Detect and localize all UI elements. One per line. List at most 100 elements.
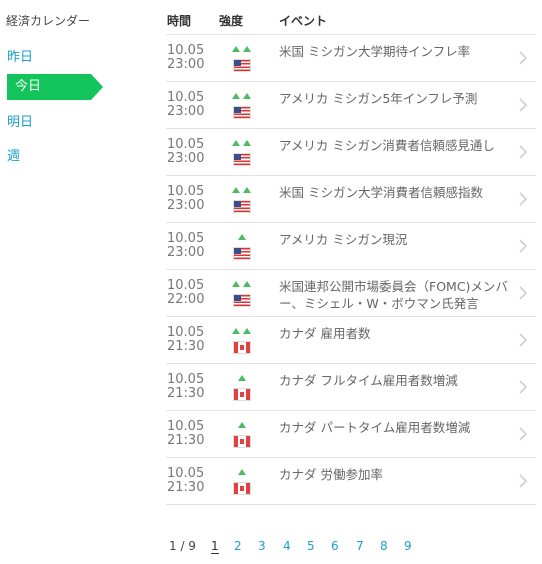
table-row[interactable]: 10.05 23:00 アメリカ ミシガン現況 — [166, 223, 536, 270]
ca-flag-icon — [234, 342, 250, 353]
strength-indicator — [232, 281, 254, 289]
column-header-event: イベント — [279, 14, 328, 28]
chevron-right-icon[interactable] — [516, 97, 530, 113]
page-link-8[interactable]: 8 — [380, 539, 388, 553]
chevron-right-icon[interactable] — [516, 379, 530, 395]
event-date: 10.05 — [167, 43, 205, 58]
column-header-strength: 強度 — [219, 14, 244, 28]
event-time: 10.05 21:30 — [167, 467, 204, 495]
event-list: 10.05 23:00 米国 ミシガン大学期待インフレ率 10.05 23:00 アメリカ… — [166, 34, 536, 505]
table-row[interactable]: 10.05 22:00 米国連邦公開市場委員会（FOMC)メンバー、ミシェル・W・ボ… — [166, 270, 536, 317]
chevron-right-icon[interactable] — [516, 285, 530, 301]
strength-up-arrow-icon — [238, 375, 246, 381]
chevron-right-icon[interactable] — [516, 473, 530, 489]
nav-item-yesterday[interactable]: 昨日 — [7, 46, 33, 65]
ca-flag-icon — [234, 436, 250, 447]
strength-up-arrow-icon — [232, 328, 240, 334]
ca-flag-icon — [234, 483, 250, 494]
event-date: 10.05 — [167, 184, 205, 199]
us-flag-icon — [234, 201, 250, 212]
table-row[interactable]: 10.05 21:30 カナダ パートタイム雇用者数増減 — [166, 411, 536, 458]
event-name: 米国 ミシガン大学消費者信頼感指数 — [279, 185, 483, 200]
event-time: 10.05 22:00 — [167, 279, 204, 307]
column-header-time: 時間 — [167, 14, 192, 28]
table-row[interactable]: 10.05 21:30 カナダ フルタイム雇用者数増減 — [166, 364, 536, 411]
page-info: 1 / 9 — [169, 539, 196, 553]
strength-indicator — [238, 469, 249, 477]
page-link-2[interactable]: 2 — [234, 539, 242, 553]
event-time: 10.05 21:30 — [167, 326, 204, 354]
us-flag-icon — [234, 248, 250, 259]
event-date: 10.05 — [167, 278, 205, 293]
strength-up-arrow-icon — [243, 140, 251, 146]
strength-up-arrow-icon — [232, 46, 240, 52]
strength-indicator — [232, 93, 254, 101]
event-time: 10.05 23:00 — [167, 91, 204, 119]
us-flag-icon — [234, 295, 250, 306]
strength-indicator — [238, 375, 249, 383]
strength-up-arrow-icon — [238, 422, 246, 428]
event-time: 10.05 23:00 — [167, 232, 204, 260]
chevron-right-icon[interactable] — [516, 144, 530, 160]
table-row[interactable]: 10.05 23:00 アメリカ ミシガン5年インフレ予測 — [166, 82, 536, 129]
strength-indicator — [232, 187, 254, 195]
page-link-5[interactable]: 5 — [307, 539, 315, 553]
event-date: 10.05 — [167, 372, 205, 387]
event-clock: 23:00 — [167, 198, 205, 213]
ca-flag-icon — [234, 389, 250, 400]
nav-item-week[interactable]: 週 — [7, 145, 20, 164]
event-date: 10.05 — [167, 231, 205, 246]
event-clock: 23:00 — [167, 104, 205, 119]
strength-indicator — [238, 234, 249, 242]
table-row[interactable]: 10.05 21:30 カナダ 労働参加率 — [166, 458, 536, 505]
event-clock: 21:30 — [167, 480, 205, 495]
table-row[interactable]: 10.05 21:30 カナダ 雇用者数 — [166, 317, 536, 364]
page-link-1[interactable]: 1 — [211, 539, 219, 554]
page-link-7[interactable]: 7 — [356, 539, 364, 553]
strength-up-arrow-icon — [232, 281, 240, 287]
us-flag-icon — [234, 60, 250, 71]
event-date: 10.05 — [167, 466, 205, 481]
event-name: 米国 ミシガン大学期待インフレ率 — [279, 44, 471, 59]
table-row[interactable]: 10.05 23:00 米国 ミシガン大学期待インフレ率 — [166, 34, 536, 82]
chevron-right-icon[interactable] — [516, 238, 530, 254]
event-clock: 21:30 — [167, 433, 205, 448]
strength-up-arrow-icon — [238, 234, 246, 240]
nav-item-tomorrow[interactable]: 明日 — [7, 111, 33, 130]
table-row[interactable]: 10.05 23:00 アメリカ ミシガン消費者信頼感見通し — [166, 129, 536, 176]
event-date: 10.05 — [167, 325, 205, 340]
event-time: 10.05 21:30 — [167, 420, 204, 448]
strength-indicator — [232, 140, 254, 148]
event-clock: 23:00 — [167, 245, 205, 260]
strength-indicator — [232, 46, 254, 54]
event-clock: 23:00 — [167, 151, 205, 166]
page-link-3[interactable]: 3 — [258, 539, 266, 553]
chevron-right-icon[interactable] — [516, 332, 530, 348]
event-clock: 21:30 — [167, 339, 205, 354]
us-flag-icon — [234, 154, 250, 165]
event-name: アメリカ ミシガン現況 — [279, 232, 408, 247]
event-name: アメリカ ミシガン5年インフレ予測 — [279, 91, 478, 106]
strength-up-arrow-icon — [232, 140, 240, 146]
event-clock: 23:00 — [167, 57, 205, 72]
event-name: 米国連邦公開市場委員会（FOMC)メンバー、ミシェル・W・ボウマン氏発言 — [279, 279, 508, 311]
event-clock: 22:00 — [167, 292, 205, 307]
strength-up-arrow-icon — [243, 187, 251, 193]
chevron-right-icon[interactable] — [516, 426, 530, 442]
event-name: カナダ 雇用者数 — [279, 326, 371, 341]
chevron-right-icon[interactable] — [516, 50, 530, 66]
page-link-9[interactable]: 9 — [404, 539, 412, 553]
page-link-6[interactable]: 6 — [331, 539, 339, 553]
event-time: 10.05 23:00 — [167, 185, 204, 213]
table-row[interactable]: 10.05 23:00 米国 ミシガン大学消費者信頼感指数 — [166, 176, 536, 223]
strength-up-arrow-icon — [243, 93, 251, 99]
event-date: 10.05 — [167, 137, 205, 152]
nav-item-today[interactable]: 今日 — [7, 74, 103, 100]
chevron-right-icon[interactable] — [516, 191, 530, 207]
event-date: 10.05 — [167, 90, 205, 105]
table-header: 時間 強度 イベント — [0, 12, 542, 28]
event-name: カナダ フルタイム雇用者数増減 — [279, 373, 458, 388]
event-name: カナダ パートタイム雇用者数増減 — [279, 420, 471, 435]
event-name: アメリカ ミシガン消費者信頼感見通し — [279, 138, 495, 153]
page-link-4[interactable]: 4 — [283, 539, 291, 553]
